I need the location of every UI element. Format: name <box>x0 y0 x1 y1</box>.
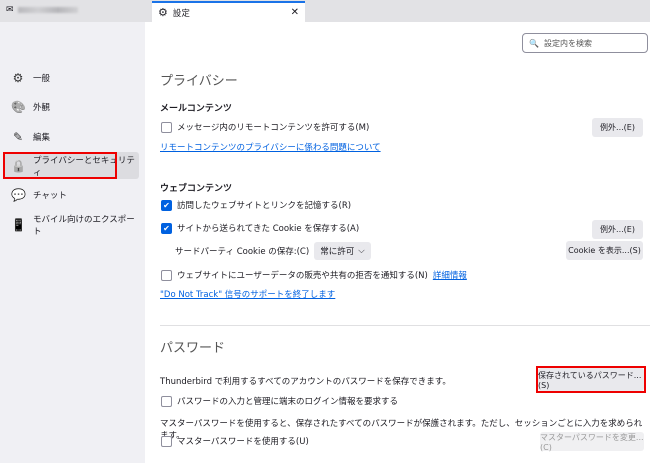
search-input[interactable]: 🔍 設定内を検索 <box>522 33 648 53</box>
use-master-password-checkbox[interactable]: マスターパスワードを使用する(U) <box>161 435 309 447</box>
sidebar-item-chat[interactable]: 💬 チャット <box>5 181 139 208</box>
search-icon: 🔍 <box>529 38 539 48</box>
change-master-password-button[interactable]: マスターパスワードを変更...(C) <box>540 432 644 452</box>
sidebar-item-label: モバイル向けのエクスポート <box>33 214 135 237</box>
os-auth-checkbox[interactable]: パスワードの入力と管理に端末のログイン情報を要求する <box>161 395 398 407</box>
dnt-checkbox[interactable]: ウェブサイトにユーザーデータの販売や共有の拒否を通知する(N) 詳細情報 <box>161 269 467 281</box>
tab-title: 設定 <box>172 8 190 19</box>
heading-mail-content: メールコンテンツ <box>160 104 232 114</box>
sidebar-item-label: 編集 <box>33 132 51 143</box>
tab-mail[interactable]: ✉ <box>6 5 78 15</box>
search-placeholder: 設定内を検索 <box>543 38 592 48</box>
section-title-privacy: プライバシー <box>160 74 238 89</box>
gear-icon: ⚙ <box>12 70 24 85</box>
palette-icon: 🎨 <box>11 99 26 114</box>
remember-history-checkbox[interactable]: ✔ 訪問したウェブサイトとリンクを記憶する(R) <box>161 199 351 211</box>
checkbox[interactable] <box>161 395 172 407</box>
learn-more-link[interactable]: 詳細情報 <box>433 269 467 281</box>
checkbox-label: メッセージ内のリモートコンテンツを許可する(M) <box>177 123 370 133</box>
sidebar-item-label: チャット <box>33 190 67 201</box>
remote-content-privacy-link[interactable]: リモートコンテンツのプライバシーに係わる問題について <box>160 141 381 153</box>
divider <box>160 325 650 326</box>
pencil-icon: ✎ <box>12 129 24 144</box>
accept-cookies-checkbox[interactable]: ✔ サイトから送られてきた Cookie を保存する(A) <box>161 222 359 234</box>
blurred-account-name <box>17 7 78 13</box>
dnt-link[interactable]: "Do Not Track" 信号のサポートを終了します <box>160 288 335 300</box>
third-party-cookie-row: サードパーティ Cookie の保存:(C) 常に許可 ⌵ <box>175 242 371 260</box>
gear-icon: ⚙ <box>158 6 168 19</box>
close-icon[interactable]: ✕ <box>291 7 299 18</box>
checkbox[interactable] <box>161 435 172 447</box>
cookie-exceptions-button[interactable]: 例外...(E) <box>592 220 643 239</box>
checkbox-label: マスターパスワードを使用する(U) <box>177 437 309 447</box>
section-title-passwords: パスワード <box>160 341 226 356</box>
sidebar-item-appearance[interactable]: 🎨 外観 <box>5 93 139 120</box>
mail-icon: ✉ <box>6 5 14 15</box>
sidebar-item-label: 外観 <box>33 102 51 113</box>
checkbox[interactable]: ✔ <box>161 222 172 234</box>
checkbox[interactable] <box>161 121 172 133</box>
checkbox-label: パスワードの入力と管理に端末のログイン情報を要求する <box>177 397 399 407</box>
sidebar: ⚙ 一般 🎨 外観 ✎ 編集 🔒 プライバシーとセキュリティ 💬 チャット 📱 モバイル向け… <box>0 22 145 463</box>
tab-bar: ✉ ⚙ 設定 ✕ <box>0 0 650 22</box>
chat-icon: 💬 <box>11 187 26 202</box>
sidebar-item-general[interactable]: ⚙ 一般 <box>5 64 139 91</box>
mail-exceptions-button[interactable]: 例外...(E) <box>592 118 643 137</box>
third-party-label: サードパーティ Cookie の保存:(C) <box>175 247 310 257</box>
checkbox[interactable]: ✔ <box>161 199 172 211</box>
show-cookies-button[interactable]: Cookie を表示...(S) <box>566 241 643 260</box>
highlight-box <box>536 366 646 393</box>
checkbox[interactable] <box>161 269 172 281</box>
passwords-description: Thunderbird で利用するすべてのアカウントのパスワードを保存できます。 <box>160 377 451 387</box>
mobile-icon: 📱 <box>11 217 26 232</box>
checkbox-label: サイトから送られてきた Cookie を保存する(A) <box>177 224 360 234</box>
sidebar-item-mobile-export[interactable]: 📱 モバイル向けのエクスポート <box>5 211 139 238</box>
checkbox-label: ウェブサイトにユーザーデータの販売や共有の拒否を通知する(N) <box>177 271 428 281</box>
tab-settings[interactable]: ⚙ 設定 ✕ <box>152 1 305 22</box>
heading-web-content: ウェブコンテンツ <box>160 184 233 194</box>
third-party-cookie-select[interactable]: 常に許可 ⌵ <box>314 242 371 260</box>
highlight-box <box>3 152 117 179</box>
sidebar-item-label: 一般 <box>33 73 51 84</box>
chevron-down-icon: ⌵ <box>358 246 365 256</box>
checkbox-label: 訪問したウェブサイトとリンクを記憶する(R) <box>177 201 352 211</box>
select-value: 常に許可 <box>320 247 355 257</box>
remote-content-checkbox[interactable]: メッセージ内のリモートコンテンツを許可する(M) <box>161 121 369 133</box>
sidebar-item-composition[interactable]: ✎ 編集 <box>5 123 139 150</box>
